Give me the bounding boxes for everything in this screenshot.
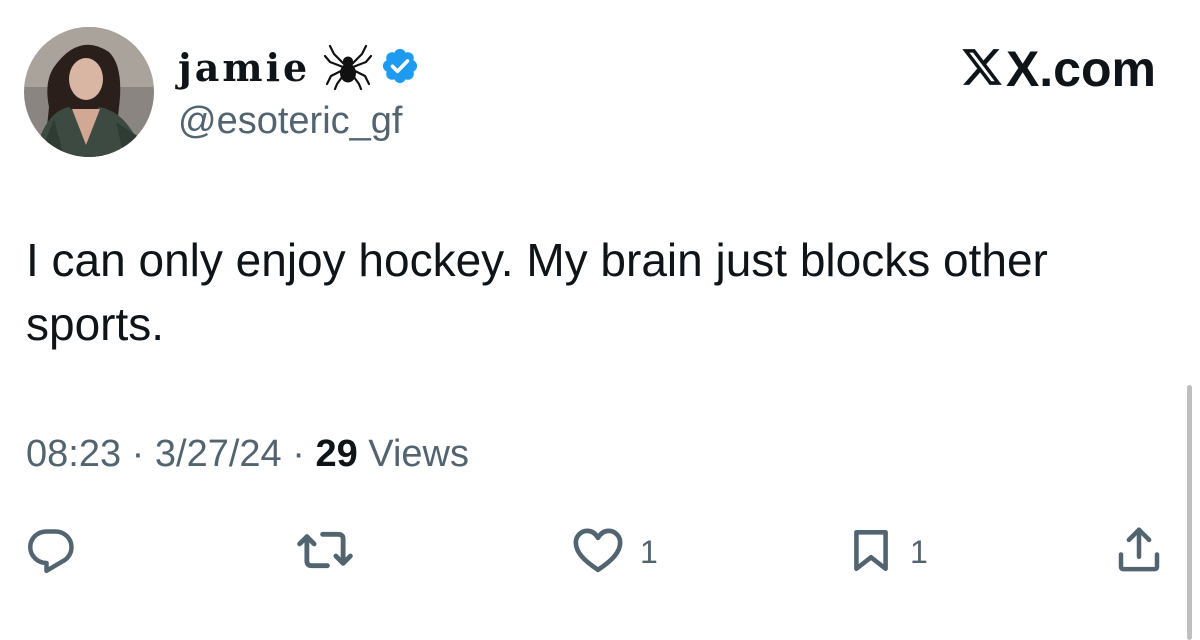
tweet-date[interactable]: 3/27/24: [155, 433, 282, 475]
bookmark-icon: [846, 522, 896, 583]
x-logo-icon: [960, 45, 1004, 94]
scrollbar[interactable]: [1187, 385, 1192, 640]
bookmark-count: 1: [910, 533, 928, 570]
meta-separator: ·: [131, 433, 145, 475]
like-button[interactable]: 1: [570, 522, 658, 582]
action-bar: 1 1: [0, 522, 1200, 582]
author-block: jamie @esoteric_gf: [178, 36, 420, 140]
repost-button[interactable]: [296, 522, 354, 582]
bookmark-button[interactable]: 1: [846, 522, 928, 582]
share-icon: [1112, 523, 1166, 582]
meta-separator: ·: [292, 433, 305, 475]
verified-badge-icon: [380, 46, 420, 91]
tweet-meta: 08:23 · 3/27/24 · 29 Views: [26, 432, 469, 478]
like-count: 1: [640, 533, 658, 570]
share-button[interactable]: [1112, 522, 1166, 582]
reply-icon: [24, 523, 78, 582]
reply-button[interactable]: [24, 522, 78, 582]
tweet-time[interactable]: 08:23: [26, 433, 121, 475]
user-handle[interactable]: @esoteric_gf: [178, 102, 420, 140]
avatar[interactable]: [24, 27, 154, 157]
spider-icon: [324, 42, 373, 95]
repost-icon: [296, 521, 354, 584]
display-name[interactable]: jamie: [178, 49, 310, 87]
brand-watermark: X.com: [960, 44, 1156, 94]
brand-label: X.com: [1005, 41, 1156, 97]
views-label: Views: [368, 433, 469, 475]
heart-icon: [570, 522, 626, 583]
name-row: jamie: [178, 36, 420, 100]
tweet-text: I can only enjoy hockey. My brain just b…: [26, 234, 1048, 350]
views-count: 29: [315, 433, 358, 475]
